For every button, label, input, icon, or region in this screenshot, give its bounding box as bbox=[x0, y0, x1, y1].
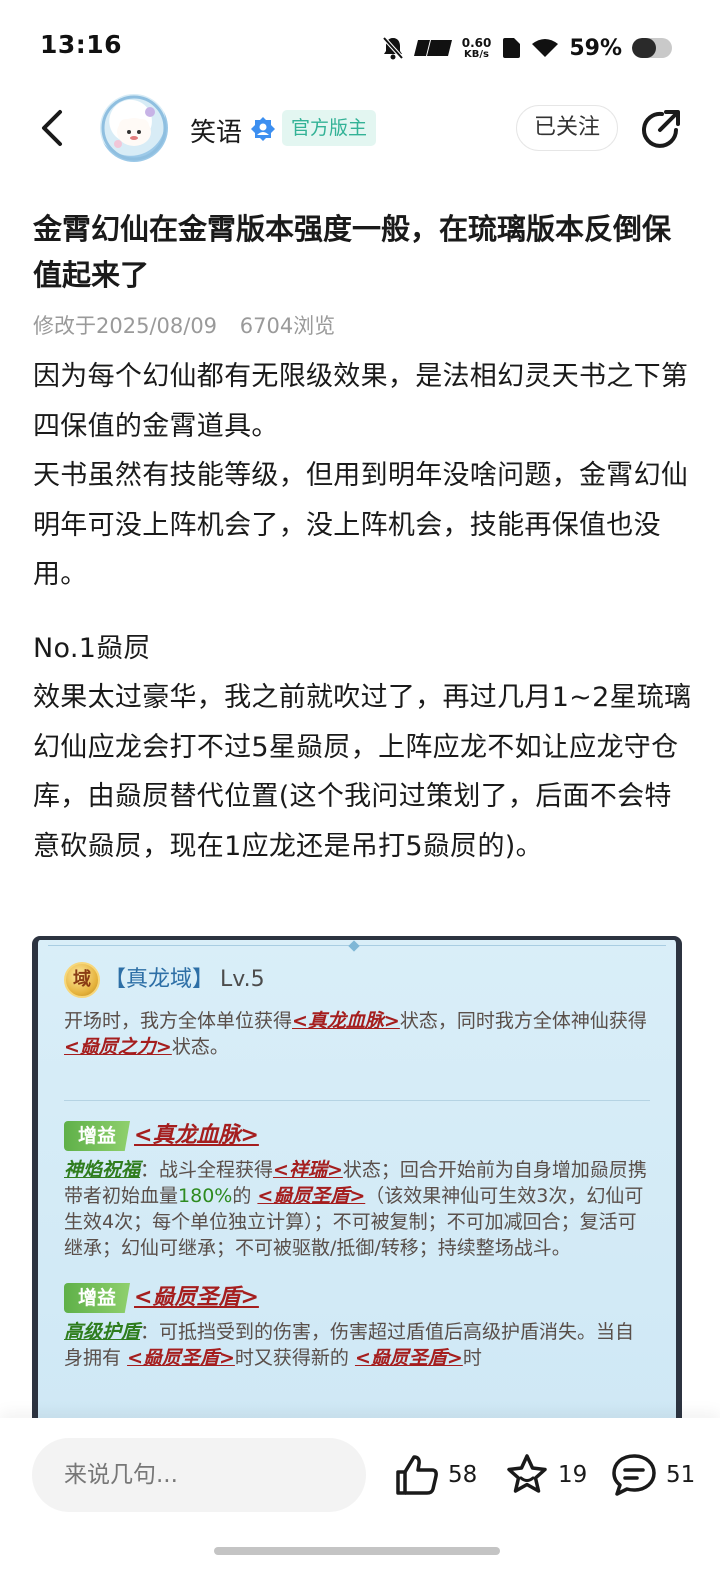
net-speed-value: 0.60 bbox=[461, 35, 492, 50]
net-speed-unit: KB/s bbox=[464, 48, 490, 60]
favorite-count: 19 bbox=[558, 1462, 588, 1488]
buff-header: 增益 <真龙血脉> bbox=[64, 1119, 650, 1153]
buff-description: 神焰祝福：战斗全程获得<祥瑞>状态；回合开始前为自身增加赑屃携带者初始血量180… bbox=[64, 1159, 647, 1259]
back-button[interactable] bbox=[30, 106, 74, 150]
comment-button[interactable]: 51 bbox=[610, 1448, 695, 1502]
post-meta: 修改于2025/08/09 6704浏览 bbox=[33, 310, 335, 340]
post-header: 笑语 官方版主 已关注 bbox=[0, 90, 720, 168]
post-body: 因为每个幻仙都有无限级效果，是法相幻灵天书之下第四保值的金霄道具。 天书虽然有技… bbox=[33, 352, 693, 871]
status-time: 13:16 bbox=[40, 30, 123, 59]
domain-icon: 域 bbox=[64, 962, 100, 998]
comment-input[interactable]: 来说几句... bbox=[32, 1438, 366, 1512]
status-icons: 0.60 KB/s 59% bbox=[382, 32, 672, 64]
post-image[interactable]: 域 【真龙域】 Lv.5 开场时，我方全体单位获得<真龙血脉>状态，同时我方全体… bbox=[32, 936, 682, 1436]
buff-header: 增益 <赑屃圣盾> bbox=[64, 1281, 650, 1315]
post-modified-date: 修改于2025/08/09 bbox=[33, 314, 218, 338]
thumbs-up-icon bbox=[396, 1455, 438, 1495]
battery-percent: 59% bbox=[569, 35, 622, 61]
like-count: 58 bbox=[448, 1462, 478, 1488]
home-indicator[interactable] bbox=[214, 1547, 500, 1555]
star-icon bbox=[507, 1454, 547, 1493]
hd-signal-icon bbox=[413, 40, 452, 56]
post-paragraph: 因为每个幻仙都有无限级效果，是法相幻灵天书之下第四保值的金霄道具。 bbox=[33, 361, 689, 442]
sim-icon bbox=[503, 38, 521, 58]
buff-tag: 增益 bbox=[64, 1121, 131, 1151]
skill-description-panel: 域 【真龙域】 Lv.5 开场时，我方全体单位获得<真龙血脉>状态，同时我方全体… bbox=[38, 940, 676, 1436]
post-paragraph: 效果太过豪华，我之前就吹过了，再过几月1~2星琉璃幻仙应龙会打不过5星赑屃，上阵… bbox=[33, 682, 692, 862]
back-icon bbox=[42, 110, 62, 146]
share-icon bbox=[642, 110, 680, 148]
official-moderator-badge: 官方版主 bbox=[282, 110, 377, 146]
post-paragraph: 天书虽然有技能等级，但用到明年没啥问题，金霄幻仙明年可没上阵机会了，没上阵机会，… bbox=[33, 460, 689, 590]
post-title: 金霄幻仙在金霄版本强度一般，在琉璃版本反倒保值起来了 bbox=[33, 212, 672, 292]
buff-description: 高级护盾：可抵挡受到的伤害，伤害超过盾值后高级护盾消失。当自身拥有 <赑屃圣盾>… bbox=[64, 1321, 635, 1369]
net-speed: 0.60 KB/s bbox=[462, 37, 492, 60]
domain-intro: 开场时，我方全体单位获得<真龙血脉>状态，同时我方全体神仙获得<赑屃之力>状态。 bbox=[64, 1010, 647, 1058]
domain-level: Lv.5 bbox=[220, 967, 265, 992]
author-name[interactable]: 笑语 bbox=[190, 112, 242, 149]
buff-name: <赑屃圣盾> bbox=[134, 1285, 259, 1310]
post-views: 6704浏览 bbox=[239, 314, 336, 338]
post-paragraph: No.1赑屃 bbox=[33, 632, 151, 664]
buff-tag: 增益 bbox=[64, 1283, 131, 1313]
status-bar: 13:16 0.60 KB/s 59% bbox=[0, 0, 720, 96]
battery-icon bbox=[632, 38, 672, 58]
section-divider bbox=[64, 1100, 650, 1101]
domain-header: 域 【真龙域】 Lv.5 bbox=[64, 960, 650, 1000]
mute-icon bbox=[382, 36, 404, 60]
favorite-button[interactable]: 19 bbox=[504, 1448, 587, 1502]
like-button[interactable]: 58 bbox=[394, 1448, 477, 1502]
buff-name: <真龙血脉> bbox=[134, 1123, 259, 1148]
domain-name: 【真龙域】 bbox=[104, 967, 215, 992]
comment-count: 51 bbox=[666, 1462, 696, 1488]
battery-fill bbox=[632, 38, 656, 58]
comment-icon bbox=[612, 1454, 656, 1496]
follow-button[interactable]: 已关注 bbox=[516, 105, 618, 151]
avatar[interactable] bbox=[100, 94, 168, 162]
verified-icon bbox=[251, 117, 275, 141]
bottom-action-bar: 来说几句... 58 19 51 bbox=[0, 1418, 720, 1584]
share-button[interactable] bbox=[638, 106, 684, 152]
wifi-icon bbox=[532, 39, 559, 57]
